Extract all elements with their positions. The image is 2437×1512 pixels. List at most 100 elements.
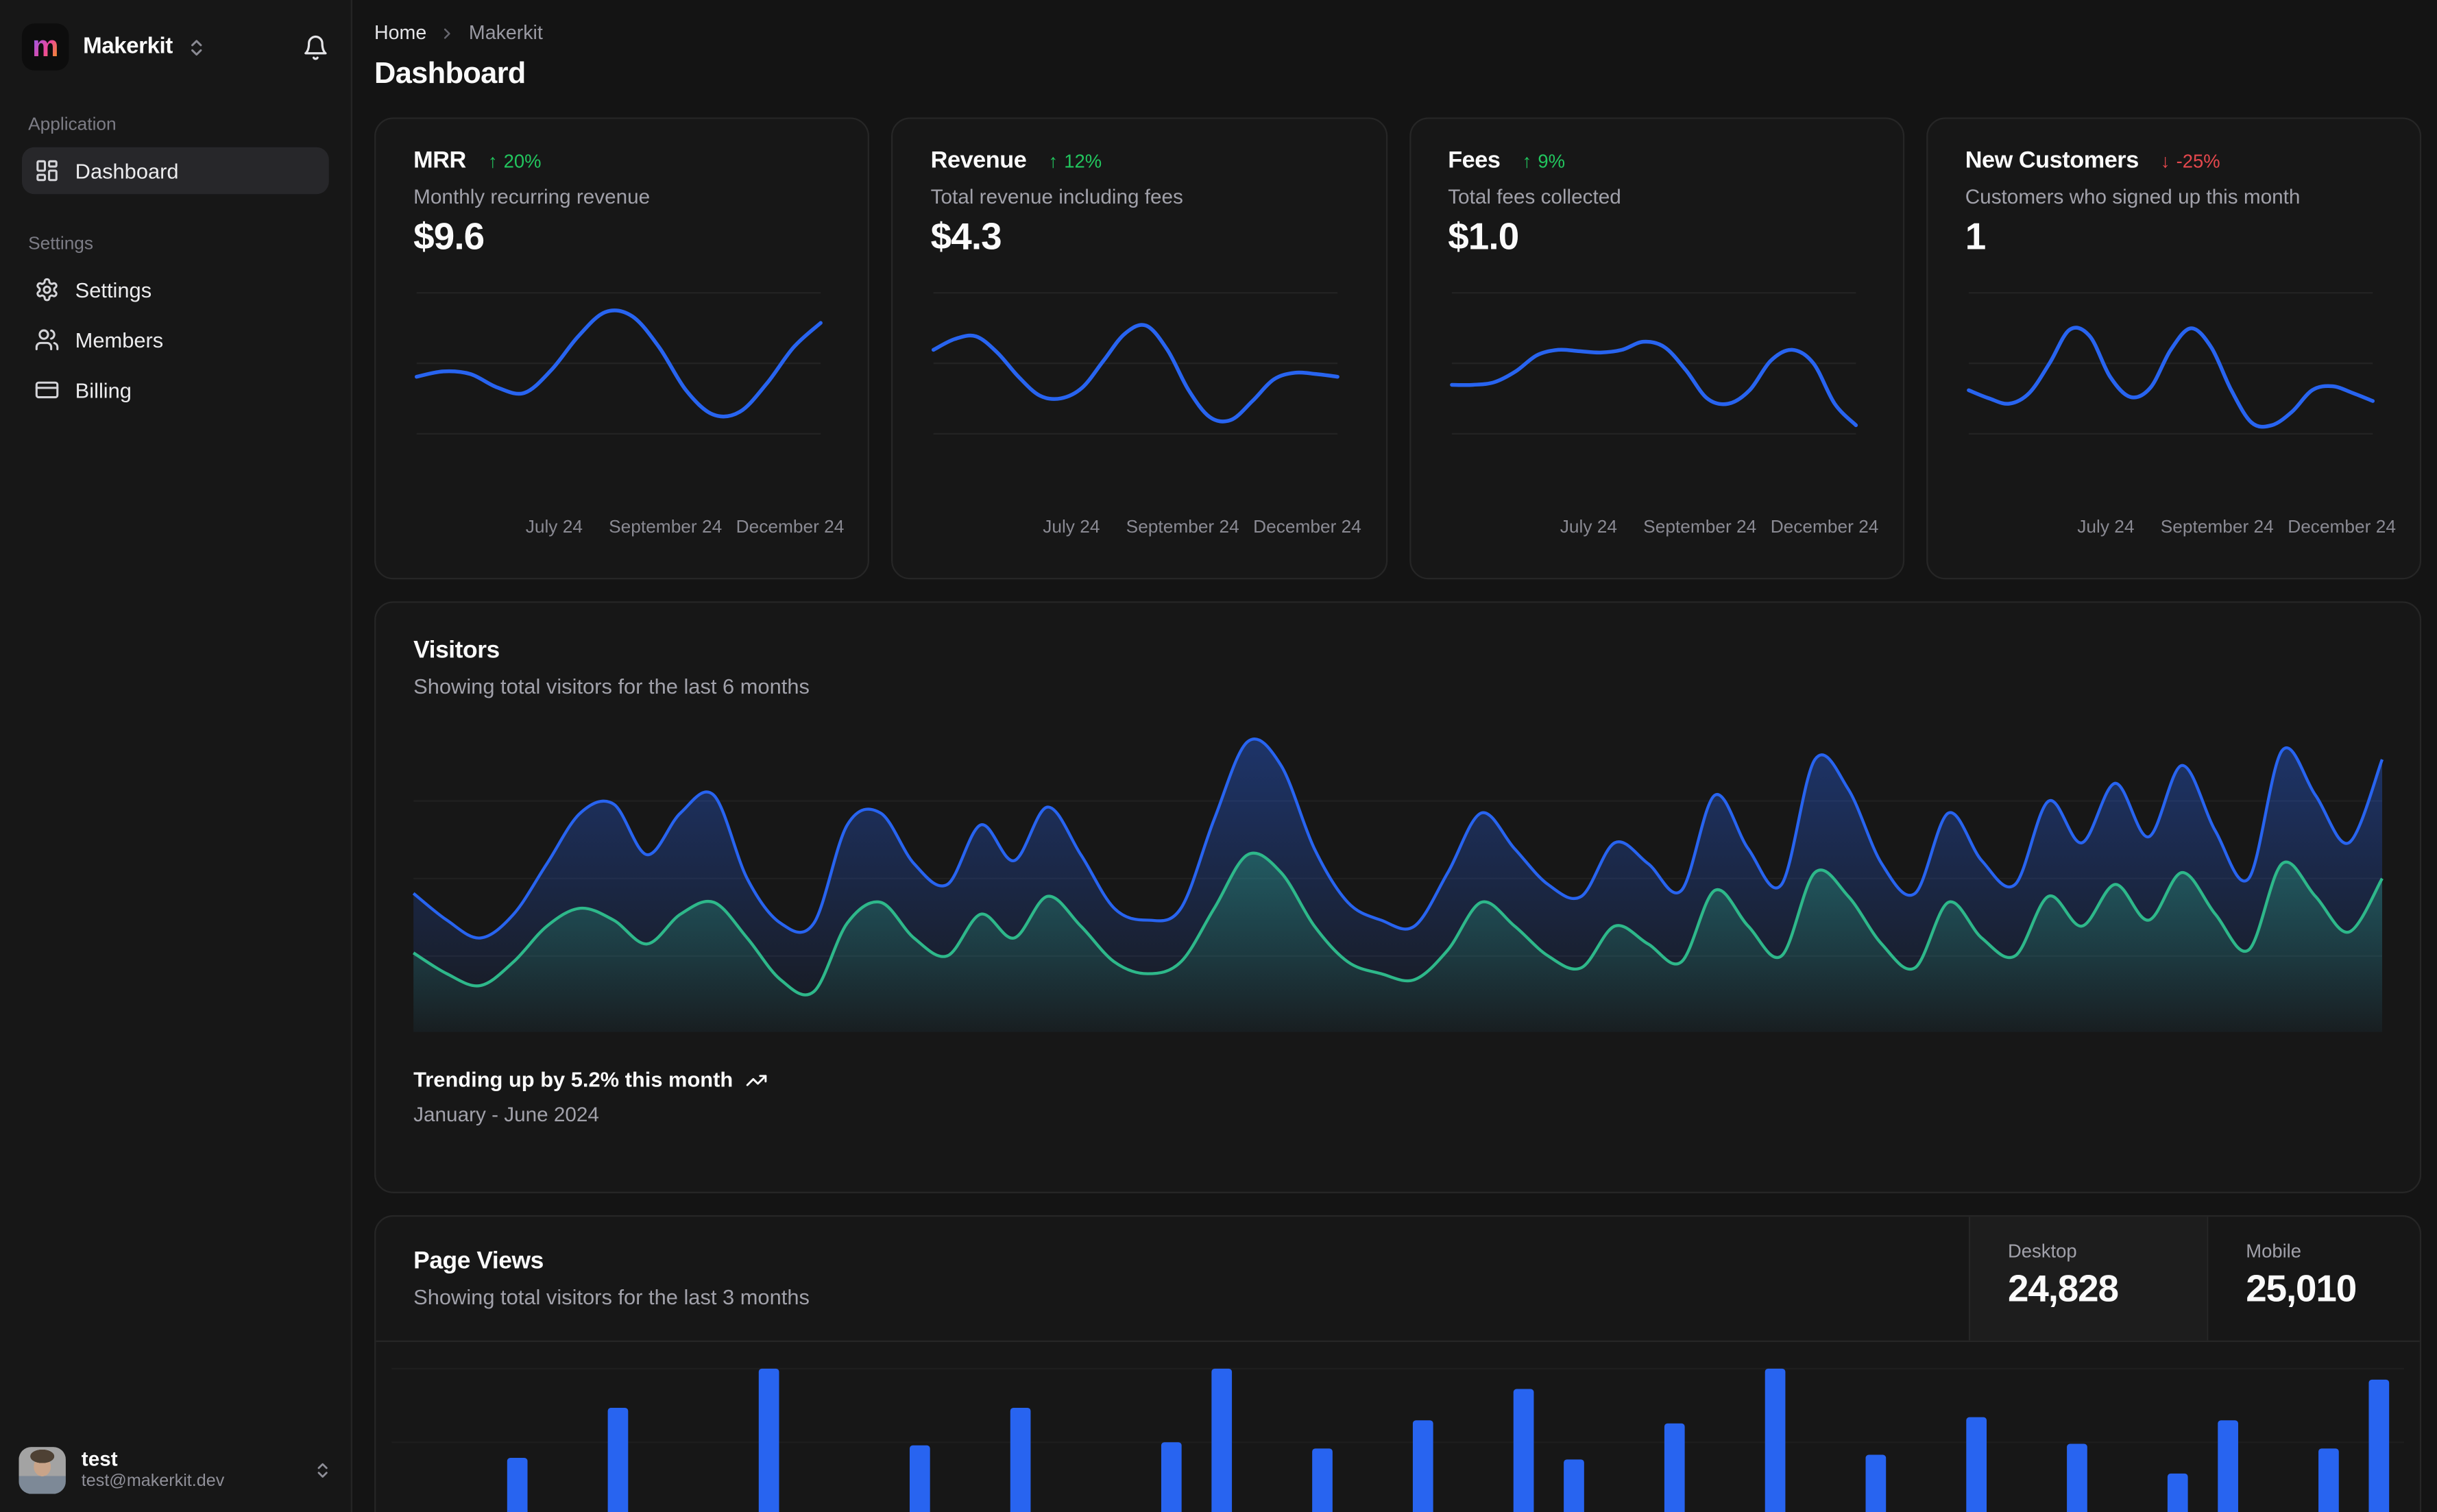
- arrow-up-icon: ↑: [1522, 149, 1532, 172]
- trend-text: Trending up by 5.2% this month: [413, 1068, 733, 1092]
- trend-badge: ↑ 20%: [488, 149, 542, 171]
- sidebar-item-label: Billing: [75, 378, 132, 402]
- arrow-down-icon: ↓: [2160, 149, 2170, 172]
- page-views-card: Page Views Showing total visitors for th…: [374, 1215, 2422, 1512]
- stat-description: Total revenue including fees: [930, 184, 1183, 208]
- axis-tick: July 24: [2077, 518, 2135, 537]
- visitors-title: Visitors: [413, 637, 500, 664]
- visitors-subtitle: Showing total visitors for the last 6 mo…: [413, 674, 810, 698]
- segment-mobile[interactable]: Mobile 25,010: [2207, 1217, 2420, 1341]
- dashboard-grid-icon: [34, 158, 60, 184]
- app-window: m Makerkit Application Dashboard Setting…: [0, 0, 2437, 1512]
- chevrons-up-down-icon: [313, 1461, 332, 1480]
- page-views-header: Page Views Showing total visitors for th…: [376, 1217, 2420, 1342]
- stat-cards-row: MRR ↑ 20% Monthly recurring revenue $9.6…: [374, 117, 2422, 580]
- logo-letter: m: [32, 30, 59, 64]
- user-menu[interactable]: test test@makerkit.dev: [19, 1447, 332, 1494]
- trend-badge: ↓ -25%: [2161, 149, 2220, 171]
- axis-tick: December 24: [1253, 518, 1361, 537]
- stat-description: Total fees collected: [1448, 184, 1621, 208]
- stat-title: New Customers: [1965, 147, 2139, 174]
- user-meta: test test@makerkit.dev: [82, 1447, 224, 1494]
- stat-value: $4.3: [930, 216, 1002, 258]
- axis-tick: September 24: [609, 518, 723, 537]
- workspace-selector[interactable]: m Makerkit: [21, 19, 329, 75]
- x-axis-labels: July 24 September 24 December 24: [1959, 518, 2404, 540]
- sidebar-item-billing[interactable]: Billing: [22, 367, 329, 414]
- segment-value: 25,010: [2246, 1268, 2357, 1311]
- visitors-period: January - June 2024: [413, 1102, 599, 1126]
- arrow-up-icon: ↑: [487, 149, 498, 172]
- stat-description: Customers who signed up this month: [1965, 184, 2301, 208]
- gear-icon: [34, 277, 60, 302]
- badge-value: 20%: [503, 149, 542, 172]
- stat-title: MRR: [413, 147, 466, 174]
- stat-value: 1: [1965, 216, 1987, 258]
- workspace-name: Makerkit: [83, 34, 173, 60]
- trend-badge: ↑ 12%: [1048, 149, 1102, 171]
- user-email: test@makerkit.dev: [81, 1472, 225, 1491]
- breadcrumb: Home Makerkit: [374, 22, 2421, 44]
- main-content: Home Makerkit Dashboard MRR ↑ 20% Monthl…: [352, 0, 2437, 1512]
- sidebar-item-label: Members: [75, 328, 164, 352]
- trend-badge: ↑ 9%: [1522, 149, 1564, 171]
- stat-value: $1.0: [1448, 216, 1519, 258]
- visitors-card: Visitors Showing total visitors for the …: [374, 601, 2422, 1193]
- segment-label: Desktop: [2007, 1240, 2077, 1263]
- trending-up-icon: [746, 1069, 768, 1090]
- revenue-sparkline-chart: [932, 291, 1340, 435]
- page-views-title: Page Views: [413, 1247, 544, 1275]
- page-title: Dashboard: [374, 58, 526, 91]
- makerkit-logo: m: [21, 23, 69, 71]
- section-label-settings: Settings: [28, 234, 94, 254]
- axis-tick: December 24: [1770, 518, 1879, 537]
- sidebar: m Makerkit Application Dashboard Setting…: [0, 0, 353, 1512]
- badge-value: 9%: [1538, 149, 1565, 172]
- badge-value: -25%: [2176, 149, 2220, 172]
- stat-card-new-customers: New Customers ↓ -25% Customers who signe…: [1926, 117, 2422, 580]
- notifications-bell-icon[interactable]: [302, 34, 329, 60]
- axis-tick: September 24: [1126, 518, 1239, 537]
- customers-sparkline-chart: [1966, 291, 2375, 435]
- stat-card-revenue: Revenue ↑ 12% Total revenue including fe…: [891, 117, 1387, 580]
- sidebar-item-label: Dashboard: [75, 158, 179, 183]
- segment-desktop[interactable]: Desktop 24,828: [1968, 1217, 2207, 1341]
- stat-card-mrr: MRR ↑ 20% Monthly recurring revenue $9.6…: [374, 117, 870, 580]
- x-axis-labels: July 24 September 24 December 24: [925, 518, 1370, 540]
- axis-tick: July 24: [1560, 518, 1617, 537]
- sidebar-item-dashboard[interactable]: Dashboard: [21, 147, 329, 195]
- breadcrumb-current: Makerkit: [468, 21, 543, 44]
- x-axis-labels: July 24 September 24 December 24: [1442, 518, 1887, 540]
- segment-value: 24,828: [2007, 1268, 2119, 1311]
- visitors-area-chart: [412, 724, 2384, 1034]
- sidebar-item-settings[interactable]: Settings: [22, 266, 329, 313]
- users-icon: [34, 328, 60, 353]
- sidebar-item-members[interactable]: Members: [22, 317, 329, 364]
- credit-card-icon: [34, 378, 60, 403]
- badge-value: 12%: [1064, 149, 1102, 172]
- segment-label: Mobile: [2246, 1240, 2302, 1263]
- axis-tick: September 24: [1643, 518, 1757, 537]
- axis-tick: December 24: [2288, 518, 2396, 537]
- stat-value: $9.6: [413, 216, 485, 258]
- fees-sparkline-chart: [1449, 291, 1857, 435]
- axis-tick: July 24: [1043, 518, 1100, 537]
- axis-tick: July 24: [525, 518, 583, 537]
- chevrons-up-down-icon: [186, 37, 207, 58]
- stat-title: Revenue: [930, 147, 1027, 174]
- axis-tick: December 24: [736, 518, 845, 537]
- x-axis-labels: July 24 September 24 December 24: [407, 518, 852, 540]
- stat-description: Monthly recurring revenue: [413, 184, 651, 208]
- stat-card-fees: Fees ↑ 9% Total fees collected $1.0 July…: [1409, 117, 1904, 580]
- arrow-up-icon: ↑: [1048, 149, 1058, 172]
- mrr-sparkline-chart: [414, 291, 823, 435]
- section-label-application: Application: [28, 116, 117, 135]
- user-avatar: [19, 1447, 66, 1494]
- page-views-bar-chart: [391, 1342, 2405, 1512]
- sidebar-item-label: Settings: [75, 278, 152, 302]
- breadcrumb-home-link[interactable]: Home: [374, 22, 426, 44]
- chevron-right-icon: [439, 24, 457, 41]
- stat-title: Fees: [1448, 147, 1501, 174]
- axis-tick: September 24: [2160, 518, 2274, 537]
- user-name: test: [81, 1447, 118, 1471]
